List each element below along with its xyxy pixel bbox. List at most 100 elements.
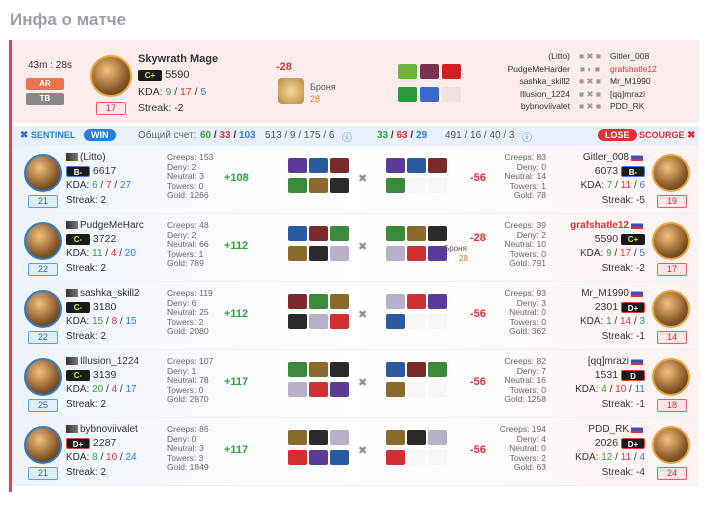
armor-icon <box>278 78 304 104</box>
kda-assists: 5 <box>200 86 207 98</box>
player-name[interactable]: PDD_RK <box>588 424 629 435</box>
player-right[interactable]: Gitler_008 <box>610 50 649 63</box>
player-right[interactable]: PDD_RK <box>610 100 644 113</box>
item-icon <box>420 64 439 79</box>
item-icon <box>330 294 349 309</box>
player-stats: Creeps: 119 Deny: 6 Neutral: 25 Towers: 2 Go… <box>167 288 213 336</box>
hero-avatar <box>24 222 62 260</box>
player-right[interactable]: grafshatle12 <box>610 63 657 76</box>
item-icon <box>428 450 447 465</box>
player-name[interactable]: Illusion_1224 <box>80 356 139 367</box>
item-icon <box>386 450 405 465</box>
level-badge: 18 <box>657 399 687 412</box>
item-icon <box>309 430 328 445</box>
player-left[interactable]: sashka_skill2 <box>482 75 570 88</box>
item-icon <box>407 178 426 193</box>
item-icon <box>386 246 405 261</box>
hero-avatar <box>24 426 62 464</box>
versus-icon: ✖ <box>358 445 368 457</box>
player-name[interactable]: grafshatle12 <box>570 220 629 231</box>
mmr-change: -28 <box>276 61 292 73</box>
rank-badge: C- <box>66 233 90 245</box>
player-name[interactable]: bybnoviivalet <box>80 424 138 435</box>
item-icon <box>398 64 417 79</box>
item-icon <box>330 450 349 465</box>
item-icon <box>428 430 447 445</box>
player-stats: Creeps: 153 Deny: 2 Neutral: 3 Towers: 0 Gol… <box>167 152 214 200</box>
crossed-swords-icon: ✖ <box>20 130 29 141</box>
hero-avatar <box>24 358 62 396</box>
item-icon <box>309 450 328 465</box>
scourge-score: 33 / 63 / 29 <box>377 130 428 141</box>
player-name[interactable]: Mr_M1990 <box>581 288 629 299</box>
hero-avatar <box>24 154 62 192</box>
player-right[interactable]: Mr_M1990 <box>610 75 651 88</box>
total-score: 60 / 33 / 103 <box>200 130 256 141</box>
rank-badge: C+ <box>138 69 162 81</box>
streak-value: Streak: 2 <box>66 399 107 410</box>
item-icon <box>330 314 349 329</box>
player-name[interactable]: (Litto) <box>80 152 106 163</box>
player-name[interactable]: [qq]mrazi <box>588 356 629 367</box>
kda-kills: 9 <box>165 86 172 98</box>
item-icon <box>407 294 426 309</box>
item-icon <box>428 226 447 241</box>
versus-icon: ✖ <box>358 173 368 185</box>
player-name[interactable]: sashka_skill2 <box>80 288 139 299</box>
mmr-value: 6073 <box>594 165 619 177</box>
mmr-value: 3139 <box>92 369 117 381</box>
player-left[interactable]: PudgeMeHarder <box>482 63 570 76</box>
player-left[interactable]: bybnoviivalet <box>482 100 570 113</box>
match-duration: 43m : 28s <box>28 60 72 71</box>
item-icon <box>330 226 349 241</box>
item-icon <box>330 382 349 397</box>
mmr-delta: +108 <box>224 172 249 184</box>
sentinel-text: SENTINEL <box>30 130 76 140</box>
item-icon <box>407 450 426 465</box>
player-left[interactable]: (Litto) <box>482 50 570 63</box>
streak-value: Streak: -5 <box>601 195 645 206</box>
player-stats: Creeps: 107 Deny: 1 Neutral: 78 Towers: 0 Go… <box>167 356 214 404</box>
item-icon <box>330 430 349 445</box>
mmr-delta: +117 <box>224 444 249 456</box>
versus-icon: ✖ <box>358 241 368 253</box>
rank-badge: D+ <box>621 437 645 449</box>
item-icon <box>428 294 447 309</box>
mmr-value: 2026 <box>594 437 619 449</box>
player-right[interactable]: [qq]mrazi <box>610 88 645 101</box>
item-icon <box>386 294 405 309</box>
item-icon <box>428 382 447 397</box>
item-icon <box>407 158 426 173</box>
streak-value: Streak: -2 <box>138 102 184 114</box>
item-icon <box>288 450 307 465</box>
info-icon[interactable]: ⓘ <box>522 129 532 144</box>
player-name[interactable]: PudgeMeHarc <box>80 220 144 231</box>
mmr-value: 2287 <box>92 437 117 449</box>
mmr-value: 3722 <box>92 233 117 245</box>
item-icon <box>309 382 328 397</box>
info-icon[interactable]: ⓘ <box>342 129 352 144</box>
mmr-value: 2301 <box>594 301 619 313</box>
player-left[interactable]: Illusion_1224 <box>482 88 570 101</box>
sentinel-label: ✖ SENTINEL <box>20 130 75 141</box>
rank-badge: C- <box>66 301 90 313</box>
mmr-value: 6617 <box>92 165 117 177</box>
table-row: 25 Illusion_1224 C- 3139 KDA: 20 / 4 / 1… <box>12 350 699 418</box>
versus-icon: ✖ <box>358 309 368 321</box>
armor-value: 28 <box>459 254 468 263</box>
mode-tag-ar: AR <box>26 78 64 90</box>
sentinel-extra: 513 / 9 / 175 / 6 <box>265 130 335 141</box>
level-badge: 17 <box>657 263 687 276</box>
streak-value: Streak: 2 <box>66 331 107 342</box>
hero-avatar <box>652 426 690 464</box>
item-icon <box>442 64 461 79</box>
mmr-value: 1531 <box>594 369 619 381</box>
match-panel: 43m : 28s AR TB 17 Skywrath Mage C+ 5590… <box>9 40 699 492</box>
player-name[interactable]: Gitler_008 <box>583 152 629 163</box>
item-icon <box>428 314 447 329</box>
armor-label: Броня <box>310 82 336 92</box>
item-icon <box>386 158 405 173</box>
armor-value: 28 <box>310 94 321 104</box>
item-icon <box>386 226 405 241</box>
rank-badge: D+ <box>66 437 90 449</box>
